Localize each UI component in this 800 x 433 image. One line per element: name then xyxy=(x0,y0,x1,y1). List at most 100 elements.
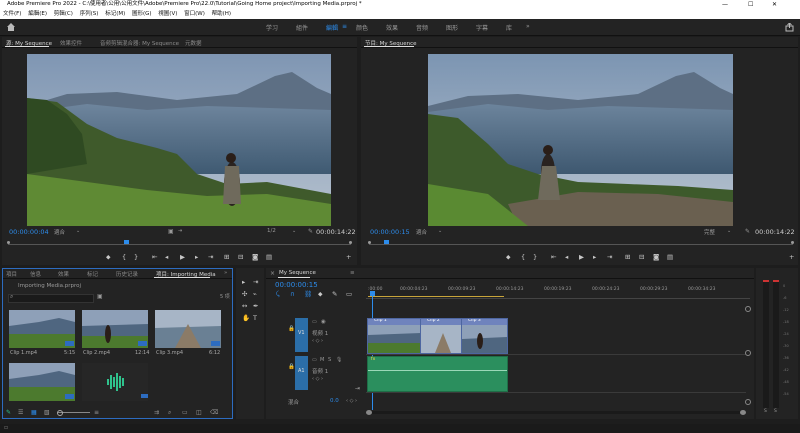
source-scrubber-end-handle[interactable] xyxy=(349,241,352,244)
timeline-timecode[interactable]: 00:00:00:15 xyxy=(275,281,318,289)
tab-effect-controls[interactable]: 效果控件 xyxy=(60,39,82,47)
v1-target-icon[interactable]: ▭ xyxy=(312,319,317,325)
share-icon[interactable] xyxy=(785,23,794,32)
timeline-close-icon[interactable]: × xyxy=(270,270,275,277)
selection-tool-icon[interactable]: ▸ xyxy=(242,278,245,286)
source-fit-dropdown[interactable]: 適合 xyxy=(54,228,65,236)
source-settings-wrench-icon[interactable]: ✎ xyxy=(308,228,313,235)
source-overwrite-icon[interactable]: ⊟ xyxy=(238,253,243,261)
tab-project[interactable]: 項目 xyxy=(6,270,17,278)
a1-mute-icon[interactable]: M xyxy=(320,357,324,363)
tab-my-sequence[interactable]: My Sequence xyxy=(279,270,316,276)
source-export-frame-button-icon[interactable]: ◙ xyxy=(252,253,258,261)
source-play-icon[interactable]: ▶ xyxy=(180,253,185,261)
slip-tool-icon[interactable]: ↔ xyxy=(242,302,247,310)
freeform-view-icon[interactable]: ▧ xyxy=(44,409,50,416)
source-fit-chevron-icon[interactable]: ⌄ xyxy=(76,228,80,234)
workspace-audio[interactable]: 音频 xyxy=(416,23,428,32)
maximize-button[interactable]: ☐ xyxy=(748,0,753,9)
menu-file[interactable]: 文件(F) xyxy=(3,11,21,17)
razor-tool-icon[interactable]: ⌁ xyxy=(253,290,257,298)
pencil-icon[interactable]: ✎ xyxy=(6,409,11,416)
project-clip-thumbnail[interactable] xyxy=(155,310,221,348)
source-go-to-out-icon[interactable]: ⇥ xyxy=(208,253,213,261)
source-export-frame-icon[interactable]: ▣ xyxy=(168,228,174,235)
scrollbar-right-handle[interactable] xyxy=(740,410,746,415)
program-extract-icon[interactable]: ⊟ xyxy=(639,253,644,261)
workspace-more[interactable]: » xyxy=(526,23,530,30)
source-mark-in-icon[interactable]: { xyxy=(122,253,126,261)
audio-volume-line[interactable] xyxy=(368,370,507,371)
program-lift-icon[interactable]: ⊞ xyxy=(625,253,630,261)
source-add-marker-icon[interactable]: ⬥ xyxy=(106,253,111,261)
menu-markers[interactable]: 标记(M) xyxy=(105,11,125,17)
program-playhead[interactable] xyxy=(384,240,389,244)
minimize-button[interactable]: — xyxy=(722,0,728,9)
program-fit-dropdown[interactable]: 適合 xyxy=(416,228,427,236)
workspace-menu-icon[interactable]: ≡ xyxy=(342,23,347,30)
menu-help[interactable]: 帮助(H) xyxy=(212,11,231,17)
project-clip-thumbnail[interactable] xyxy=(82,310,148,348)
track-select-tool-icon[interactable]: ⇥ xyxy=(253,278,258,286)
new-item-icon[interactable]: ◫ xyxy=(196,409,202,416)
master-keyframe-nav-icon[interactable]: ‹ ◇ › xyxy=(346,398,357,404)
pen-tool-icon[interactable]: ✒ xyxy=(253,302,258,310)
find-icon[interactable]: ⌕ xyxy=(168,409,171,417)
menu-clip[interactable]: 剪輯(C) xyxy=(54,11,73,17)
program-quality-dropdown[interactable]: 完整 xyxy=(704,228,715,236)
master-volume-value[interactable]: 0.0 xyxy=(330,398,339,404)
program-comparison-view-icon[interactable]: ▤ xyxy=(667,253,673,261)
nest-icon[interactable]: ⤹ xyxy=(276,290,280,298)
source-resolution-chevron-icon[interactable]: ⌄ xyxy=(292,228,296,234)
source-mark-out-icon[interactable]: } xyxy=(134,253,138,261)
source-scrubber-track[interactable] xyxy=(8,244,351,245)
program-step-back-icon[interactable]: ◂ xyxy=(565,253,568,261)
program-go-to-out-icon[interactable]: ⇥ xyxy=(607,253,612,261)
menu-sequence[interactable]: 序列(S) xyxy=(80,11,99,17)
v1-eye-icon[interactable]: ◉ xyxy=(321,319,326,325)
snap-icon[interactable]: ∩ xyxy=(290,290,295,298)
tab-audio-clip-mixer[interactable]: 音频剪辑混合器: My Sequence xyxy=(100,39,179,47)
program-play-icon[interactable]: ▶ xyxy=(579,253,584,261)
trash-icon[interactable]: ⌫ xyxy=(210,409,218,416)
automate-to-sequence-icon[interactable]: ⇉ xyxy=(154,409,159,416)
tab-metadata[interactable]: 元数据 xyxy=(185,39,202,47)
timeline-audio-clip[interactable]: fx xyxy=(367,356,508,392)
project-more-icon[interactable]: » xyxy=(224,270,227,276)
captions-icon[interactable]: ▭ xyxy=(346,290,352,298)
program-add-marker-icon[interactable]: ⬥ xyxy=(506,253,511,261)
new-bin-icon[interactable]: ▭ xyxy=(182,409,188,416)
timeline-menu-icon[interactable]: ≡ xyxy=(350,270,355,276)
program-scrubber-start-handle[interactable] xyxy=(368,241,371,244)
zoom-slider-handle[interactable] xyxy=(57,410,63,416)
tab-info[interactable]: 信息 xyxy=(30,270,41,278)
tab-effects[interactable]: 效果 xyxy=(58,270,69,278)
program-timecode[interactable]: 00:00:00:15 xyxy=(370,228,410,236)
menu-graphics[interactable]: 圖形(G) xyxy=(132,11,152,17)
workspace-learning[interactable]: 学习 xyxy=(266,23,278,32)
project-audio-thumbnail[interactable] xyxy=(82,363,148,401)
source-go-to-in-icon[interactable]: ⇤ xyxy=(152,253,157,261)
workspace-editing[interactable]: 編輯 xyxy=(326,23,338,32)
timeline-horizontal-scrollbar[interactable] xyxy=(366,411,746,414)
icon-view-icon[interactable]: ▦ xyxy=(31,409,37,416)
menu-edit[interactable]: 編輯(E) xyxy=(28,11,47,17)
workspace-assembly[interactable]: 組件 xyxy=(296,23,308,32)
a1-mic-icon[interactable]: 🎙 xyxy=(336,357,342,363)
tab-history[interactable]: 历史记录 xyxy=(116,270,138,278)
close-button[interactable]: ✕ xyxy=(772,0,777,9)
source-step-back-icon[interactable]: ◂ xyxy=(165,253,168,261)
source-clip-icon[interactable]: ⇥ xyxy=(178,228,182,234)
a1-lock-icon[interactable]: 🔒 xyxy=(288,364,295,370)
meter-solo-left[interactable]: S xyxy=(764,409,767,414)
vertical-zoom-handle[interactable] xyxy=(745,399,751,405)
ripple-edit-tool-icon[interactable]: ✣ xyxy=(242,290,247,298)
program-mark-out-icon[interactable]: } xyxy=(533,253,537,261)
workspace-graphics[interactable]: 图形 xyxy=(446,23,458,32)
program-go-to-in-icon[interactable]: ⇤ xyxy=(551,253,556,261)
source-scrubber-start-handle[interactable] xyxy=(7,241,10,244)
v1-keyframe-nav-icon[interactable]: ‹ ◇ › xyxy=(312,338,323,344)
scrollbar-left-handle[interactable] xyxy=(366,410,372,415)
add-marker-icon[interactable]: ⬥ xyxy=(318,290,323,298)
timeline-settings-icon[interactable]: ✎ xyxy=(332,290,337,298)
